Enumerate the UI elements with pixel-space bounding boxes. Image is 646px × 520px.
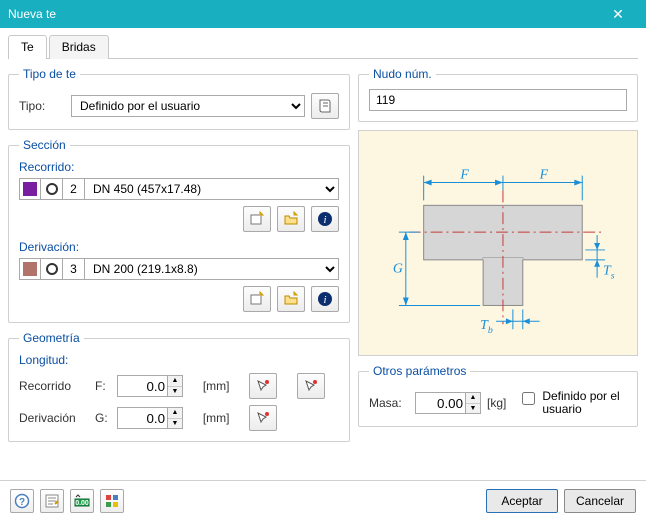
folder-icon <box>283 291 299 307</box>
derivacion-new-button[interactable] <box>243 286 271 312</box>
left-column: Tipo de te Tipo: Definido por el usuario… <box>8 67 350 442</box>
legend-nudo: Nudo núm. <box>369 67 436 81</box>
masa-input[interactable] <box>415 392 465 414</box>
geom-recorrido-input[interactable] <box>117 375 167 397</box>
cancel-button[interactable]: Cancelar <box>564 489 636 513</box>
pick-icon <box>255 410 271 426</box>
geom-recorrido-unit: [mm] <box>203 379 244 393</box>
select-derivacion[interactable]: DN 200 (219.1x8.8) <box>85 258 339 280</box>
new-icon <box>249 291 265 307</box>
group-tipo-de-te: Tipo de te Tipo: Definido por el usuario <box>8 67 350 130</box>
help-button[interactable]: ? <box>10 489 34 513</box>
svg-text:i: i <box>323 214 326 226</box>
recorrido-ring-icon <box>41 178 63 200</box>
geom-derivacion-unit: [mm] <box>203 411 244 425</box>
info-icon: i <box>317 291 333 307</box>
dim-F-right: F <box>539 168 549 183</box>
svg-text:Tb: Tb <box>480 318 493 336</box>
masa-spinner[interactable]: ▲▼ <box>415 392 481 414</box>
close-icon[interactable]: ✕ <box>598 4 638 24</box>
recorrido-index: 2 <box>63 178 85 200</box>
model-button[interactable] <box>100 489 124 513</box>
svg-text:0.00: 0.00 <box>75 500 89 507</box>
recorrido-pick-button[interactable] <box>277 206 305 232</box>
label-recorrido: Recorrido: <box>19 160 339 174</box>
pick-icon <box>255 378 271 394</box>
book-icon <box>317 98 333 114</box>
tab-bar: Te Bridas <box>8 34 638 59</box>
svg-text:Ts: Ts <box>603 264 615 282</box>
label-definido-usuario: Definido por el usuario <box>542 390 622 416</box>
note-button[interactable] <box>40 489 64 513</box>
geom-derivacion-name: Derivación <box>19 411 89 425</box>
group-geometria: Geometría Longitud: Recorrido F: ▲▼ [mm]… <box>8 331 350 442</box>
note-icon <box>44 493 60 509</box>
tee-diagram: F F G Tb <box>358 130 638 356</box>
model-icon <box>104 493 120 509</box>
pick-icon <box>303 378 319 394</box>
checkbox-definido-usuario[interactable] <box>522 392 535 405</box>
units-icon: 0.00 <box>74 493 90 509</box>
geom-derivacion-sym: G: <box>95 411 111 425</box>
units-button[interactable]: 0.00 <box>70 489 94 513</box>
derivacion-index: 3 <box>63 258 85 280</box>
folder-icon <box>283 211 299 227</box>
spin-up-icon[interactable]: ▲ <box>168 376 182 387</box>
tee-svg: F F G Tb <box>359 131 637 355</box>
label-masa: Masa: <box>369 396 409 410</box>
group-otros: Otros parámetros Masa: ▲▼ [kg] Definido … <box>358 364 638 427</box>
content: Tipo de te Tipo: Definido por el usuario… <box>0 59 646 450</box>
geom-derivacion-input[interactable] <box>117 407 167 429</box>
geom-recorrido-pick1[interactable] <box>249 373 277 399</box>
help-icon: ? <box>14 493 30 509</box>
spin-down-icon[interactable]: ▼ <box>168 387 182 397</box>
derivacion-info-button[interactable]: i <box>311 286 339 312</box>
tab-bridas[interactable]: Bridas <box>49 35 109 59</box>
right-column: Nudo núm. F <box>358 67 638 442</box>
derivacion-ring-icon <box>41 258 63 280</box>
select-tipo[interactable]: Definido por el usuario <box>71 95 305 117</box>
legend-otros: Otros parámetros <box>369 364 470 378</box>
geom-derivacion-pick1[interactable] <box>249 405 277 431</box>
input-nudo[interactable] <box>369 89 627 111</box>
dim-F-left: F <box>459 168 469 183</box>
legend-tipo-de-te: Tipo de te <box>19 67 80 81</box>
new-icon <box>249 211 265 227</box>
group-nudo: Nudo núm. <box>358 67 638 122</box>
geom-recorrido-name: Recorrido <box>19 379 89 393</box>
svg-text:i: i <box>323 294 326 306</box>
geom-recorrido-sym: F: <box>95 379 111 393</box>
info-icon: i <box>317 211 333 227</box>
footer: ? 0.00 Aceptar Cancelar <box>0 480 646 520</box>
geom-derivacion-spinner[interactable]: ▲▼ <box>117 407 197 429</box>
select-recorrido[interactable]: DN 450 (457x17.48) <box>85 178 339 200</box>
recorrido-info-button[interactable]: i <box>311 206 339 232</box>
label-derivacion: Derivación: <box>19 240 339 254</box>
geom-recorrido-spinner[interactable]: ▲▼ <box>117 375 197 397</box>
spin-down-icon[interactable]: ▼ <box>168 419 182 429</box>
label-longitud: Longitud: <box>19 353 339 367</box>
spin-up-icon[interactable]: ▲ <box>168 408 182 419</box>
svg-text:?: ? <box>19 497 25 508</box>
dim-Ts-sub: s <box>611 271 615 282</box>
tab-te[interactable]: Te <box>8 35 47 59</box>
derivacion-pick-button[interactable] <box>277 286 305 312</box>
spin-down-icon[interactable]: ▼ <box>466 404 480 414</box>
group-seccion: Sección Recorrido: 2 DN 450 (457x17.48) … <box>8 138 350 323</box>
recorrido-new-button[interactable] <box>243 206 271 232</box>
legend-geometria: Geometría <box>19 331 84 345</box>
derivacion-color[interactable] <box>19 258 41 280</box>
legend-seccion: Sección <box>19 138 70 152</box>
dim-Tb-sub: b <box>488 325 493 336</box>
geom-recorrido-pick2[interactable] <box>297 373 325 399</box>
recorrido-color[interactable] <box>19 178 41 200</box>
dim-G: G <box>393 262 403 277</box>
label-tipo: Tipo: <box>19 99 65 113</box>
title-bar: Nueva te ✕ <box>0 0 646 28</box>
window-title: Nueva te <box>8 7 56 21</box>
accept-button[interactable]: Aceptar <box>486 489 558 513</box>
library-button[interactable] <box>311 93 339 119</box>
spin-up-icon[interactable]: ▲ <box>466 393 480 404</box>
masa-unit: [kg] <box>487 396 506 410</box>
